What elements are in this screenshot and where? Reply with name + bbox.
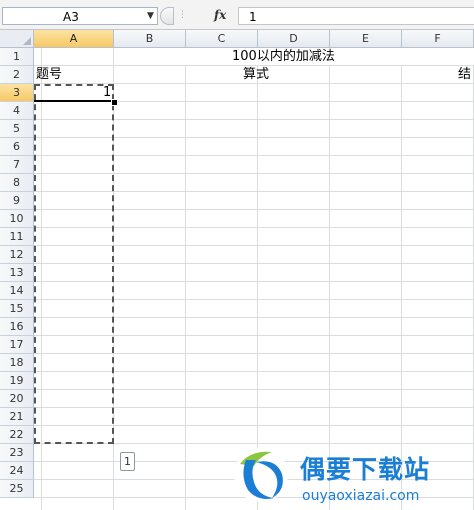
column-header-c[interactable]: C [186, 30, 258, 48]
copy-range-marquee [34, 84, 114, 444]
cell-f2: 结 [458, 67, 472, 82]
active-cell-border [34, 100, 112, 102]
select-all-icon [23, 37, 31, 45]
watermark: 偶要下载站 ouyaoxiazai.com [232, 444, 474, 510]
row-header-2[interactable]: 2 [0, 66, 34, 84]
watermark-url: ouyaoxiazai.com [302, 488, 420, 504]
formula-bar-splitter-handle[interactable] [160, 7, 174, 25]
row-header-17[interactable]: 17 [0, 336, 34, 354]
row-header-6[interactable]: 6 [0, 138, 34, 156]
row-header-14[interactable]: 14 [0, 282, 34, 300]
column-header-e[interactable]: E [330, 30, 402, 48]
row-header-13[interactable]: 13 [0, 264, 34, 282]
spreadsheet-grid: A B C D E F 1 2 3 4 5 6 7 8 9 10 11 12 13 14 15 16 17 18 1… [0, 30, 474, 510]
column-header-d[interactable]: D [258, 30, 330, 48]
row-header-4[interactable]: 4 [0, 102, 34, 120]
cell-c2: 算式 [243, 67, 270, 82]
row-header-24[interactable]: 24 [0, 462, 34, 480]
column-header-a[interactable]: A [34, 30, 114, 48]
formula-bar: A3 ▼ ⋮ fx 1 [0, 0, 474, 30]
row-header-18[interactable]: 18 [0, 354, 34, 372]
row-header-23[interactable]: 23 [0, 444, 34, 462]
watermark-title: 偶要下载站 [300, 455, 431, 484]
row-header-3[interactable]: 3 [0, 84, 34, 102]
name-box[interactable]: A3 ▼ [2, 7, 158, 25]
cell-a2: 题号 [36, 67, 63, 82]
formula-input[interactable]: 1 [238, 7, 474, 25]
row-header-7[interactable]: 7 [0, 156, 34, 174]
column-header-f[interactable]: F [402, 30, 474, 48]
splitter-dots-icon: ⋮ [178, 10, 188, 20]
select-all-button[interactable] [0, 30, 34, 48]
fill-handle[interactable] [111, 99, 118, 106]
name-box-value: A3 [63, 10, 79, 24]
row-header-12[interactable]: 12 [0, 246, 34, 264]
row-header-16[interactable]: 16 [0, 318, 34, 336]
row-header-25[interactable]: 25 [0, 480, 34, 498]
merged-title-cell[interactable]: 100以内的加减法 [114, 48, 474, 66]
row-header-9[interactable]: 9 [0, 192, 34, 210]
row-header-20[interactable]: 20 [0, 390, 34, 408]
title-text: 100以内的加减法 [232, 49, 335, 64]
row-header-10[interactable]: 10 [0, 210, 34, 228]
watermark-logo-icon [234, 448, 288, 502]
row-header-21[interactable]: 21 [0, 408, 34, 426]
row-header-22[interactable]: 22 [0, 426, 34, 444]
row-header-15[interactable]: 15 [0, 300, 34, 318]
row-header-11[interactable]: 11 [0, 228, 34, 246]
row-header-8[interactable]: 8 [0, 174, 34, 192]
column-header-b[interactable]: B [114, 30, 186, 48]
row-header-5[interactable]: 5 [0, 120, 34, 138]
name-box-dropdown-icon[interactable]: ▼ [147, 11, 154, 21]
row-header-19[interactable]: 19 [0, 372, 34, 390]
row-header-1[interactable]: 1 [0, 48, 34, 66]
insert-function-icon[interactable]: fx [214, 8, 226, 22]
formula-text: 1 [249, 10, 257, 24]
autofill-options-button[interactable]: 1 [120, 452, 135, 471]
